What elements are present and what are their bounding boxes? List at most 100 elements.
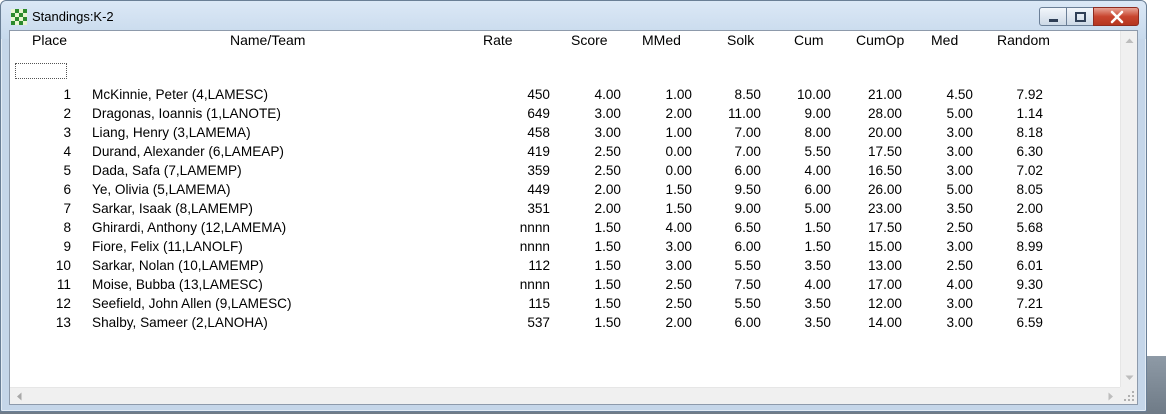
column-header-cum[interactable]: Cum xyxy=(794,32,824,48)
column-header-place[interactable]: Place xyxy=(32,32,67,48)
score-cell: 1.50 xyxy=(594,258,621,273)
random-cell: 2.00 xyxy=(1016,201,1043,216)
cumop-cell: 21.00 xyxy=(867,87,902,102)
scroll-up-icon[interactable] xyxy=(1121,32,1138,49)
solk-cell: 11.00 xyxy=(727,106,761,121)
random-cell: 6.59 xyxy=(1016,315,1043,330)
focus-cell[interactable] xyxy=(15,63,67,79)
name-cell: Liang, Henry (3,LAMEMA) xyxy=(92,125,251,140)
table-row[interactable]: 13 Shalby, Sameer (2,LANOHA) 537 1.50 2.… xyxy=(10,315,1121,334)
cum-cell: 5.50 xyxy=(804,144,831,159)
name-cell: McKinnie, Peter (4,LAMESC) xyxy=(92,87,269,102)
table-row[interactable]: 12 Seefield, John Allen (9,LAMESC) 115 1… xyxy=(10,296,1121,315)
scroll-right-icon[interactable] xyxy=(1102,388,1119,405)
mmed-cell: 4.00 xyxy=(665,220,692,235)
column-header-name[interactable]: Name/Team xyxy=(230,32,305,48)
solk-cell: 6.00 xyxy=(734,315,761,330)
cum-cell: 5.00 xyxy=(804,201,831,216)
name-cell: Ghirardi, Anthony (12,LAMEMA) xyxy=(92,220,287,235)
solk-cell: 9.00 xyxy=(734,201,761,216)
med-cell: 3.00 xyxy=(946,163,973,178)
table-row[interactable]: 10 Sarkar, Nolan (10,LAMEMP) 112 1.50 3.… xyxy=(10,258,1121,277)
chessboard-icon xyxy=(11,9,27,25)
random-cell: 7.02 xyxy=(1016,163,1043,178)
column-header-rate[interactable]: Rate xyxy=(483,32,513,48)
rate-cell: nnnn xyxy=(519,239,550,254)
table-row[interactable]: 7 Sarkar, Isaak (8,LAMEMP) 351 2.00 1.50… xyxy=(10,201,1121,220)
place-cell: 9 xyxy=(63,239,71,254)
name-cell: Moise, Bubba (13,LAMESC) xyxy=(92,277,263,292)
column-header-score[interactable]: Score xyxy=(571,32,608,48)
minimize-button[interactable] xyxy=(1039,7,1067,26)
cum-cell: 3.50 xyxy=(804,315,831,330)
table-row[interactable]: 5 Dada, Safa (7,LAMEMP) 359 2.50 0.00 6.… xyxy=(10,163,1121,182)
med-cell: 3.00 xyxy=(946,315,973,330)
random-cell: 8.99 xyxy=(1016,239,1043,254)
column-header-med[interactable]: Med xyxy=(931,32,958,48)
rate-cell: 537 xyxy=(527,315,550,330)
random-cell: 1.14 xyxy=(1016,106,1043,121)
score-cell: 1.50 xyxy=(594,220,621,235)
cumop-cell: 13.00 xyxy=(867,258,902,273)
place-cell: 4 xyxy=(63,144,71,159)
mmed-cell: 1.00 xyxy=(665,125,692,140)
med-cell: 3.00 xyxy=(946,144,973,159)
maximize-icon xyxy=(1075,12,1086,22)
table-row[interactable]: 3 Liang, Henry (3,LAMEMA) 458 3.00 1.00 … xyxy=(10,125,1121,144)
resize-grip[interactable] xyxy=(1120,387,1137,404)
random-cell: 9.30 xyxy=(1016,277,1043,292)
close-button[interactable] xyxy=(1093,7,1139,26)
score-cell: 3.00 xyxy=(594,125,621,140)
table-row[interactable]: 8 Ghirardi, Anthony (12,LAMEMA) nnnn 1.5… xyxy=(10,220,1121,239)
med-cell: 2.50 xyxy=(946,220,973,235)
place-cell: 3 xyxy=(63,125,71,140)
scroll-left-icon[interactable] xyxy=(11,388,28,405)
window-title: Standings:K-2 xyxy=(32,9,114,24)
score-cell: 1.50 xyxy=(594,315,621,330)
cumop-cell: 17.00 xyxy=(867,277,902,292)
cum-cell: 9.00 xyxy=(804,106,831,121)
standings-window: Standings:K-2 Place Name/Team Rate Score… xyxy=(0,0,1147,412)
vertical-scrollbar[interactable] xyxy=(1120,31,1137,387)
mmed-cell: 0.00 xyxy=(665,144,692,159)
place-cell: 8 xyxy=(63,220,71,235)
cumop-cell: 15.00 xyxy=(867,239,902,254)
place-cell: 11 xyxy=(56,277,71,292)
score-cell: 2.50 xyxy=(594,163,621,178)
table-row[interactable]: 11 Moise, Bubba (13,LAMESC) nnnn 1.50 2.… xyxy=(10,277,1121,296)
cum-cell: 10.00 xyxy=(796,87,831,102)
scroll-down-icon[interactable] xyxy=(1121,369,1138,386)
table-row[interactable]: 9 Fiore, Felix (11,LANOLF) nnnn 1.50 3.0… xyxy=(10,239,1121,258)
solk-cell: 9.50 xyxy=(734,182,761,197)
rate-cell: nnnn xyxy=(519,220,550,235)
table-row[interactable]: 4 Durand, Alexander (6,LAMEAP) 419 2.50 … xyxy=(10,144,1121,163)
mmed-cell: 1.50 xyxy=(665,201,692,216)
name-cell: Sarkar, Nolan (10,LAMEMP) xyxy=(92,258,264,273)
maximize-button[interactable] xyxy=(1066,7,1094,26)
horizontal-scrollbar[interactable] xyxy=(10,387,1120,404)
name-cell: Durand, Alexander (6,LAMEAP) xyxy=(92,144,284,159)
column-header-cumop[interactable]: CumOp xyxy=(856,32,904,48)
random-cell: 6.30 xyxy=(1016,144,1043,159)
cumop-cell: 28.00 xyxy=(867,106,902,121)
place-cell: 7 xyxy=(63,201,71,216)
place-cell: 12 xyxy=(55,296,71,311)
mmed-cell: 1.50 xyxy=(665,182,692,197)
cumop-cell: 20.00 xyxy=(867,125,902,140)
column-header-mmed[interactable]: MMed xyxy=(642,32,681,48)
minimize-icon xyxy=(1049,19,1058,22)
mmed-cell: 2.00 xyxy=(665,315,692,330)
table-row[interactable]: 6 Ye, Olivia (5,LAMEMA) 449 2.00 1.50 9.… xyxy=(10,182,1121,201)
score-cell: 2.50 xyxy=(594,144,621,159)
name-cell: Sarkar, Isaak (8,LAMEMP) xyxy=(92,201,253,216)
med-cell: 3.00 xyxy=(946,125,973,140)
table-row[interactable]: 2 Dragonas, Ioannis (1,LANOTE) 649 3.00 … xyxy=(10,106,1121,125)
solk-cell: 7.50 xyxy=(734,277,761,292)
score-cell: 1.50 xyxy=(594,277,621,292)
cumop-cell: 26.00 xyxy=(867,182,902,197)
med-cell: 4.50 xyxy=(946,87,973,102)
column-header-random[interactable]: Random xyxy=(997,32,1050,48)
name-cell: Dada, Safa (7,LAMEMP) xyxy=(92,163,242,178)
table-row[interactable]: 1 McKinnie, Peter (4,LAMESC) 450 4.00 1.… xyxy=(10,87,1121,106)
column-header-solk[interactable]: Solk xyxy=(727,32,754,48)
